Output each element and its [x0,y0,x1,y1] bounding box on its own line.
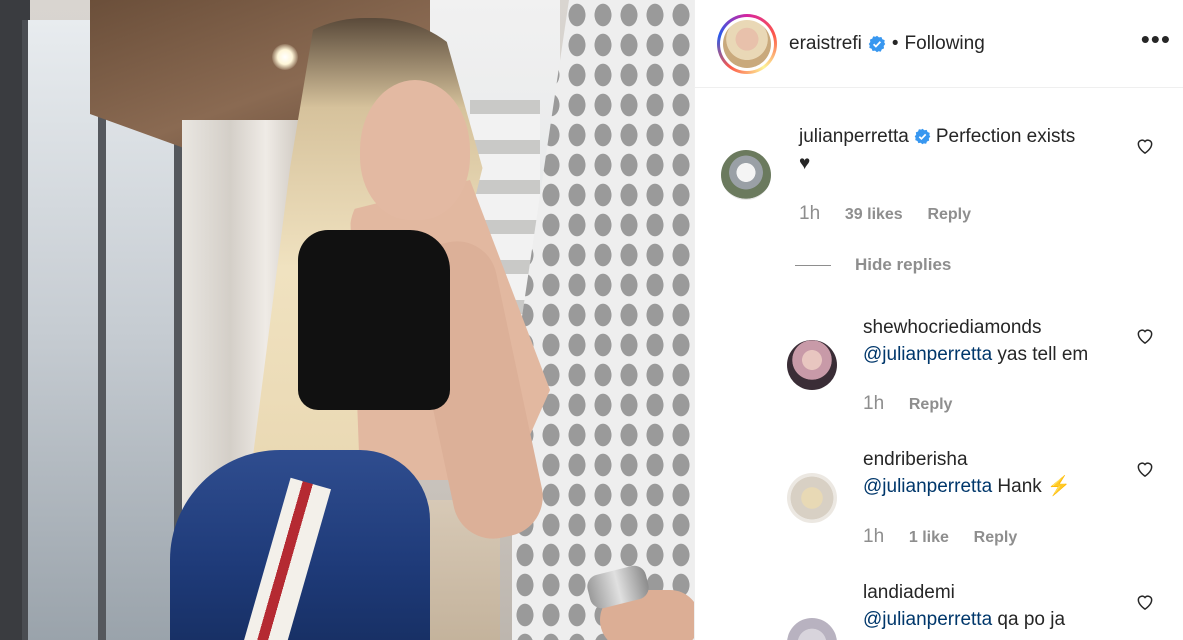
verified-badge-icon [914,128,931,145]
reply-mention[interactable]: @julianperretta [863,476,992,497]
reply-body: yas tell em [992,344,1089,365]
reply-username[interactable]: landiademi [863,582,955,603]
heart-outline-icon[interactable] [1135,326,1155,346]
comment-meta: 1h 39 likes Reply [799,203,991,225]
reply-text: endriberisha @julianperretta Hank ⚡ [863,446,1143,500]
author-avatar-image [723,19,771,68]
post-image[interactable] [0,0,694,640]
reply-likes[interactable]: 1 like [909,529,949,546]
comment-body-line2: ♥ [799,153,811,174]
commenter-avatar[interactable] [721,150,771,200]
reply-avatar[interactable] [787,618,837,640]
photo-person-face [360,80,470,220]
comments-panel: eraistrefi • Following ••• julianperrett… [694,0,1183,640]
reply-meta: 1h 1 like Reply [863,526,1037,548]
comment-username[interactable]: julianperretta [799,126,909,147]
reply-username[interactable]: endriberisha [863,449,968,470]
reply-reply-button[interactable]: Reply [974,529,1018,546]
reply-reply-button[interactable]: Reply [909,396,953,413]
heart-outline-icon[interactable] [1135,459,1155,479]
photo-lamp [272,44,298,70]
reply-text: shewhocriediamonds @julianperretta yas t… [863,314,1143,368]
photo-person-top [298,230,450,410]
hide-replies-label: Hide replies [855,255,952,274]
comment-body: Perfection exists [935,126,1076,147]
comment-reply-button[interactable]: Reply [927,206,971,223]
post-header: eraistrefi • Following ••• [695,0,1183,88]
reply-text: landiademi @julianperretta qa po ja [863,579,1143,633]
hide-replies-line [795,264,831,266]
heart-outline-icon[interactable] [1135,136,1155,156]
heart-outline-icon[interactable] [1135,592,1155,612]
reply-username[interactable]: shewhocriediamonds [863,317,1042,338]
reply-time[interactable]: 1h [863,393,884,414]
header-separator: • [891,32,899,54]
reply-avatar[interactable] [787,473,837,523]
comment-time[interactable]: 1h [799,203,820,224]
reply-body: Hank ⚡ [992,476,1071,497]
verified-badge-icon [868,35,886,52]
more-options-icon[interactable]: ••• [1141,24,1171,55]
comment-likes[interactable]: 39 likes [845,206,903,223]
author-username[interactable]: eraistrefi [789,33,862,55]
reply-time[interactable]: 1h [863,526,884,547]
reply-mention[interactable]: @julianperretta [863,609,992,630]
comment-text: julianperretta Perfection exists ♥ [799,123,1129,177]
author-avatar[interactable] [717,13,777,74]
hide-replies-button[interactable]: Hide replies [795,255,951,275]
reply-mention[interactable]: @julianperretta [863,344,992,365]
reply-body: qa po ja [992,609,1066,630]
following-button[interactable]: Following [905,33,985,55]
reply-meta: 1h Reply [863,393,972,415]
reply-avatar[interactable] [787,340,837,390]
